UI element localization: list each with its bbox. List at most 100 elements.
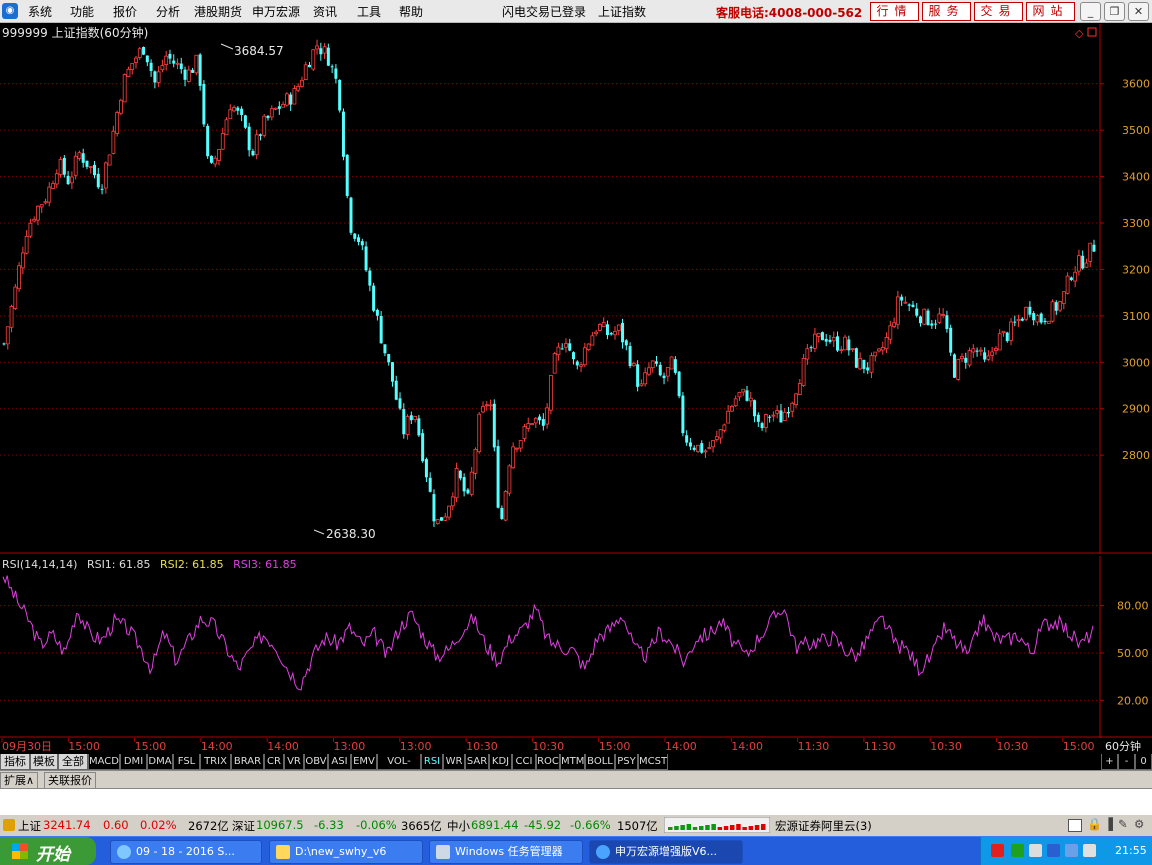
indicator-tab-[interactable]: 全部	[58, 754, 88, 770]
window-icon[interactable]	[1068, 819, 1082, 832]
broker-server[interactable]: 宏源证券阿里云(3)	[775, 818, 872, 834]
indicator-tab-dmi[interactable]: DMI	[120, 754, 147, 770]
breadth-bar	[680, 825, 685, 830]
candle	[1065, 272, 1070, 295]
settings-icon[interactable]: ⚙	[1134, 817, 1144, 831]
extension-panel	[0, 788, 1152, 815]
menu-help[interactable]: 帮助	[399, 3, 423, 20]
price-tick-label: 3100	[1122, 310, 1150, 323]
menu-quote[interactable]: 报价	[113, 3, 137, 20]
candle	[338, 79, 342, 113]
minimize-icon[interactable]: _	[1080, 2, 1101, 21]
indicator-tab-asi[interactable]: ASI	[328, 754, 351, 770]
period-label[interactable]: 60分钟	[1105, 739, 1141, 753]
indicator-tab-obv[interactable]: OBV	[304, 754, 328, 770]
diamond-icon[interactable]: ◇	[1075, 27, 1084, 40]
zx-value: 6891.44	[471, 818, 519, 832]
rsi-tick-label: 80.00	[1117, 600, 1149, 613]
indicator-tab-wr[interactable]: WR	[443, 754, 465, 770]
time-tick-label: 15:00	[68, 740, 100, 753]
indicator-tab-vr[interactable]: VR	[284, 754, 304, 770]
reset-button[interactable]: 0	[1135, 754, 1152, 770]
related-quotes-tab[interactable]: 关联报价	[44, 772, 96, 789]
rsi1-value: RSI1: 61.85	[87, 558, 151, 571]
signal-icon[interactable]: ▐	[1104, 817, 1113, 831]
menu-system[interactable]: 系统	[28, 3, 52, 20]
zoom-in-button[interactable]: +	[1101, 754, 1118, 770]
indicator-tab-rsi[interactable]: RSI	[421, 754, 443, 770]
menu-tools[interactable]: 工具	[357, 3, 381, 20]
breadth-bar	[723, 826, 729, 830]
menu-swhy[interactable]: 申万宏源	[252, 3, 300, 20]
task-item[interactable]: 09 - 18 - 2016 S...	[110, 840, 262, 864]
candle	[435, 519, 440, 525]
indicator-tab-brar[interactable]: BRAR	[231, 754, 264, 770]
candle	[341, 108, 345, 161]
task-item-active[interactable]: 申万宏源增强版V6...	[589, 840, 743, 864]
tray-monitor-icon[interactable]	[1065, 844, 1078, 857]
menu-function[interactable]: 功能	[70, 3, 94, 20]
ime-icon[interactable]	[991, 844, 1004, 857]
market-button[interactable]: 行情	[870, 2, 919, 21]
indicator-tab-sar[interactable]: SAR	[465, 754, 489, 770]
expand-tab[interactable]: 扩展∧	[0, 772, 39, 789]
indicator-tab-mtm[interactable]: MTM	[560, 754, 585, 770]
candle	[432, 489, 436, 527]
indicator-tab-[interactable]: 模板	[30, 754, 58, 770]
indicator-tab-roc[interactable]: ROC	[536, 754, 560, 770]
price-tick-label: 2900	[1122, 403, 1150, 416]
rsi-chart[interactable]: 80.00 50.00 20.00 RSI(14,14,14) RSI1: 61.8…	[0, 556, 1152, 738]
candle	[206, 123, 210, 159]
indicator-tab-kdj[interactable]: KDJ	[489, 754, 512, 770]
indicator-tab-boll[interactable]: BOLL	[585, 754, 615, 770]
price-chart[interactable]: 3600 3500 3400 3300 3200 3100 3000 2900 2800 999…	[0, 24, 1152, 554]
service-button[interactable]: 服务	[922, 2, 971, 21]
indicator-tab-cr[interactable]: CR	[264, 754, 284, 770]
indicator-tab-trix[interactable]: TRIX	[200, 754, 231, 770]
candle	[636, 360, 640, 392]
tray-user-icon[interactable]	[1083, 844, 1096, 857]
price-tick-label: 3000	[1122, 356, 1150, 369]
indicator-tab-fsl[interactable]: FSL	[173, 754, 200, 770]
network-icon[interactable]	[1011, 844, 1024, 857]
lock-icon[interactable]: 🔒	[1087, 817, 1102, 831]
candle	[17, 262, 21, 292]
indicator-tab-mcst[interactable]: MCST	[638, 754, 668, 770]
restore-icon[interactable]: ❐	[1104, 2, 1125, 21]
time-tick-label: 14:00	[201, 740, 233, 753]
task-item[interactable]: D:\new_swhy_v6	[269, 840, 423, 864]
indicator-tab-dma[interactable]: DMA	[147, 754, 173, 770]
indicator-tab-psy[interactable]: PSY	[615, 754, 638, 770]
candle	[492, 399, 496, 452]
rsi-tick-label: 20.00	[1117, 694, 1149, 707]
candle	[820, 331, 824, 341]
indicator-tab-emv[interactable]: EMV	[351, 754, 377, 770]
time-tick-label: 13:00	[334, 740, 366, 753]
hotline-text: 客服电话:4008-000-562	[716, 6, 863, 20]
zoom-out-button[interactable]: -	[1118, 754, 1135, 770]
sh-label: 上证	[18, 819, 41, 833]
candle	[421, 429, 425, 463]
task-item[interactable]: Windows 任务管理器	[429, 840, 583, 864]
indicator-tabs: 指标 模板 全部 MACD DMI DMA FSL TRIX BRAR CR VR OBV ASI EMV…	[0, 754, 1152, 782]
volume-icon[interactable]	[1029, 844, 1042, 857]
close-icon[interactable]: ✕	[1128, 2, 1149, 21]
wrench-icon[interactable]: ✎	[1118, 817, 1128, 831]
tray-app-icon[interactable]	[1047, 844, 1060, 857]
candle	[598, 323, 602, 332]
website-button[interactable]: 网站	[1026, 2, 1075, 21]
price-tick-label: 3500	[1122, 124, 1150, 137]
start-button[interactable]: 开始	[0, 837, 96, 865]
indicator-tab-voltdx[interactable]: VOL-TDX	[377, 754, 421, 782]
indicator-tab-macd[interactable]: MACD	[88, 754, 120, 770]
indicator-tab-[interactable]: 指标	[0, 754, 30, 770]
candle	[243, 114, 247, 130]
indicator-tab-cci[interactable]: CCI	[512, 754, 536, 770]
menu-analysis[interactable]: 分析	[156, 3, 180, 20]
menu-news[interactable]: 资讯	[313, 3, 337, 20]
time-tick-label: 09月30日	[2, 740, 52, 753]
trade-button[interactable]: 交易	[974, 2, 1023, 21]
menu-hk-futures[interactable]: 港股期货	[194, 3, 242, 20]
alert-icon[interactable]	[3, 819, 15, 831]
clock[interactable]: 21:55	[1115, 844, 1147, 857]
